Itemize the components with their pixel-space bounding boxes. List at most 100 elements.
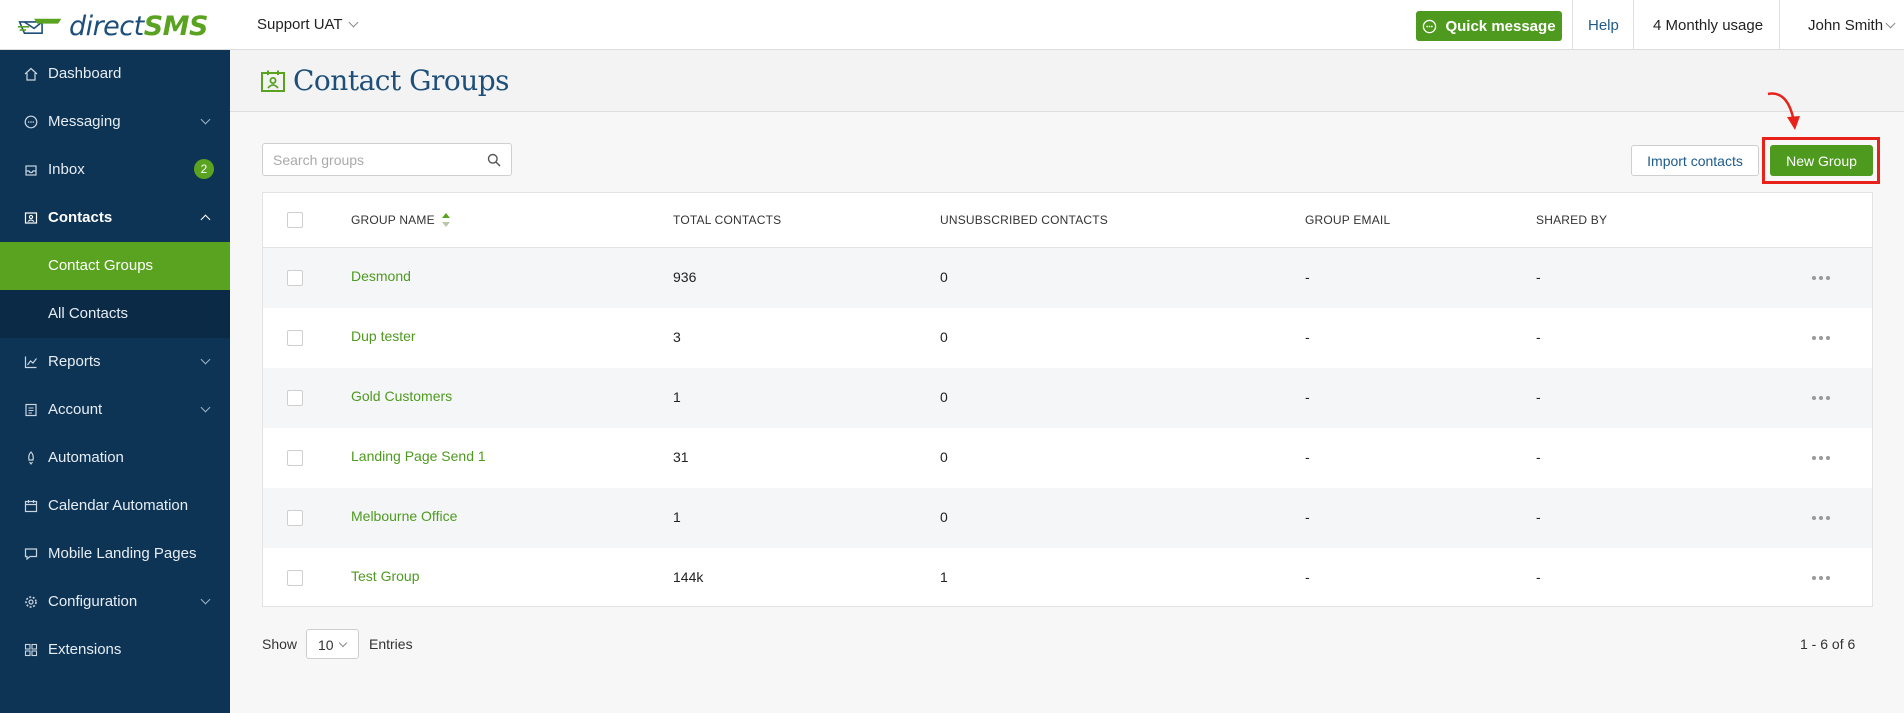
- top-bar: directSMS Support UAT Quick message Help…: [0, 0, 1904, 50]
- sidebar-item-label: Inbox: [48, 161, 85, 178]
- user-menu[interactable]: John Smith: [1808, 17, 1896, 34]
- chevron-down-icon: [200, 402, 211, 413]
- total-contacts-cell: 1: [673, 389, 681, 405]
- quick-message-button[interactable]: Quick message: [1416, 11, 1562, 41]
- more-actions-icon[interactable]: [1812, 516, 1830, 520]
- total-contacts-cell: 144k: [673, 569, 704, 585]
- chevron-up-icon: [200, 214, 211, 225]
- row-checkbox[interactable]: [287, 390, 303, 406]
- unsubscribed-cell: 0: [940, 449, 948, 465]
- sidebar-item-automation[interactable]: Automation: [0, 434, 230, 482]
- annotation-highlight-box: [1762, 137, 1880, 184]
- sidebar-item-label: Contact Groups: [48, 257, 154, 274]
- rocket-icon: [28, 451, 34, 465]
- table-row: Dup tester 3 0 - -: [263, 308, 1872, 368]
- home-icon: [24, 67, 38, 81]
- page-size-select[interactable]: 10: [306, 629, 359, 659]
- sidebar-item-contacts[interactable]: Contacts: [0, 194, 230, 242]
- column-header-shared-by: SHARED BY: [1536, 213, 1608, 227]
- contacts-icon: [24, 212, 38, 224]
- sidebar-item-messaging[interactable]: Messaging: [0, 98, 230, 146]
- logo-wordmark: directSMS: [68, 10, 209, 42]
- group-name-link[interactable]: Melbourne Office: [351, 508, 457, 524]
- sidebar-item-label: Mobile Landing Pages: [48, 545, 197, 562]
- sidebar-item-configuration[interactable]: Configuration: [0, 578, 230, 626]
- chat-icon: [24, 115, 38, 129]
- sidebar-item-label: Configuration: [48, 593, 138, 610]
- shared-by-cell: -: [1536, 449, 1541, 465]
- sidebar-item-label: Account: [48, 401, 103, 418]
- group-email-cell: -: [1305, 329, 1310, 345]
- row-checkbox[interactable]: [287, 510, 303, 526]
- more-actions-icon[interactable]: [1812, 396, 1830, 400]
- sort-icon[interactable]: [441, 212, 451, 228]
- more-actions-icon[interactable]: [1812, 336, 1830, 340]
- search-icon[interactable]: [487, 153, 501, 167]
- inbox-count-badge: 2: [194, 159, 214, 179]
- group-email-cell: -: [1305, 389, 1310, 405]
- sidebar-item-extensions[interactable]: Extensions: [0, 626, 230, 674]
- table-header: GROUP NAME TOTAL CONTACTS UNSUBSCRIBED C…: [263, 193, 1872, 248]
- unsubscribed-cell: 0: [940, 269, 948, 285]
- sidebar: Dashboard Messaging Inbox 2 Contacts Con…: [0, 50, 230, 713]
- table-row: Melbourne Office 1 0 - -: [263, 488, 1872, 548]
- sidebar-item-all-contacts[interactable]: All Contacts: [0, 290, 230, 338]
- column-header-group-email: GROUP EMAIL: [1305, 213, 1391, 227]
- chevron-down-icon: [338, 638, 348, 648]
- group-email-cell: -: [1305, 269, 1310, 285]
- sidebar-item-mobile-landing-pages[interactable]: Mobile Landing Pages: [0, 530, 230, 578]
- row-checkbox[interactable]: [287, 570, 303, 586]
- annotation-arrow-icon: [1767, 92, 1800, 130]
- sidebar-item-label: Reports: [48, 353, 101, 370]
- group-name-link[interactable]: Test Group: [351, 568, 419, 584]
- chart-icon: [24, 356, 37, 369]
- select-all-checkbox[interactable]: [287, 212, 303, 228]
- account-selector-label: Support UAT: [257, 16, 343, 33]
- account-selector[interactable]: Support UAT: [257, 16, 359, 33]
- search-groups-field[interactable]: [262, 143, 512, 176]
- sidebar-item-calendar-automation[interactable]: Calendar Automation: [0, 482, 230, 530]
- import-contacts-button[interactable]: Import contacts: [1631, 145, 1759, 176]
- group-name-link[interactable]: Dup tester: [351, 328, 416, 344]
- divider: [1633, 0, 1634, 50]
- unsubscribed-cell: 1: [940, 569, 948, 585]
- column-header-total-contacts: TOTAL CONTACTS: [673, 213, 782, 227]
- message-icon: [24, 548, 38, 561]
- sidebar-item-label: Dashboard: [48, 65, 122, 82]
- column-header-group-name[interactable]: GROUP NAME: [351, 213, 435, 227]
- grid-icon: [24, 643, 38, 657]
- table-row: Test Group 144k 1 - -: [263, 548, 1872, 608]
- sidebar-item-reports[interactable]: Reports: [0, 338, 230, 386]
- total-contacts-cell: 3: [673, 329, 681, 345]
- monthly-usage-link[interactable]: 4 Monthly usage: [1653, 17, 1763, 34]
- sidebar-item-account[interactable]: Account: [0, 386, 230, 434]
- row-checkbox[interactable]: [287, 450, 303, 466]
- contact-groups-table: GROUP NAME TOTAL CONTACTS UNSUBSCRIBED C…: [262, 192, 1873, 607]
- unsubscribed-cell: 0: [940, 509, 948, 525]
- group-name-link[interactable]: Desmond: [351, 268, 411, 284]
- page-title: Contact Groups: [293, 64, 510, 97]
- sidebar-item-label: Contacts: [48, 209, 113, 226]
- more-actions-icon[interactable]: [1812, 276, 1830, 280]
- row-checkbox[interactable]: [287, 270, 303, 286]
- row-checkbox[interactable]: [287, 330, 303, 346]
- total-contacts-cell: 31: [673, 449, 689, 465]
- group-name-link[interactable]: Landing Page Send 1: [351, 448, 486, 464]
- search-input[interactable]: [273, 151, 473, 169]
- sidebar-item-inbox[interactable]: Inbox 2: [0, 146, 230, 194]
- unsubscribed-cell: 0: [940, 329, 948, 345]
- more-actions-icon[interactable]: [1812, 456, 1830, 460]
- sidebar-item-dashboard[interactable]: Dashboard: [0, 50, 230, 98]
- group-email-cell: -: [1305, 449, 1310, 465]
- group-name-link[interactable]: Gold Customers: [351, 388, 452, 404]
- envelope-logo-icon: [18, 18, 62, 35]
- shared-by-cell: -: [1536, 569, 1541, 585]
- more-actions-icon[interactable]: [1812, 576, 1830, 580]
- help-link[interactable]: Help: [1588, 17, 1619, 34]
- sidebar-item-contact-groups[interactable]: Contact Groups: [0, 242, 230, 290]
- directsms-logo[interactable]: directSMS: [18, 10, 209, 42]
- calendar-icon: [24, 500, 38, 513]
- shared-by-cell: -: [1536, 269, 1541, 285]
- user-name: John Smith: [1808, 17, 1884, 34]
- entries-label: Entries: [369, 636, 413, 652]
